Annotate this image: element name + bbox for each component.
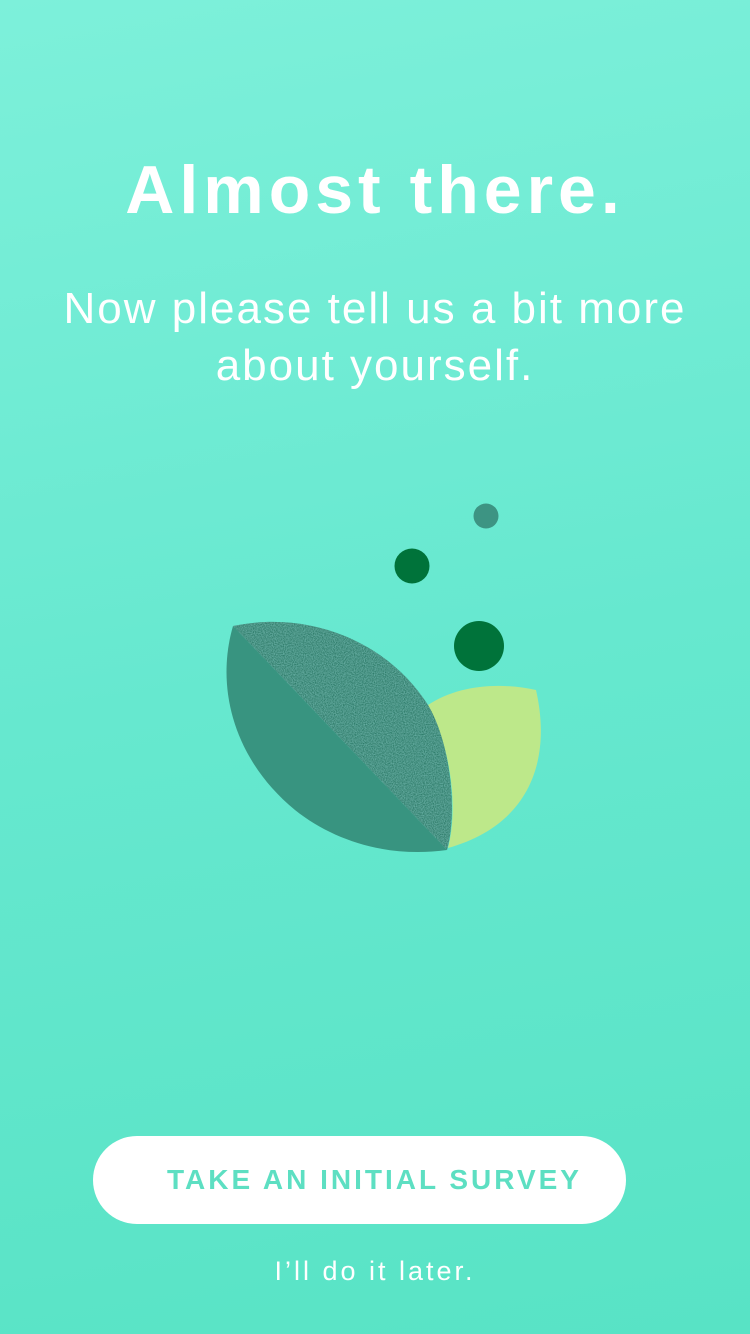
dot-large (454, 621, 504, 671)
leaves-and-dots-icon (200, 480, 580, 880)
page-title: Almost there. (125, 152, 625, 228)
do-it-later-link[interactable]: I’ll do it later. (0, 1256, 750, 1287)
dot-medium (394, 548, 430, 584)
take-survey-button[interactable]: TAKE AN INITIAL SURVEY (93, 1136, 626, 1224)
page-subtitle: Now please tell us a bit more about your… (63, 284, 687, 390)
dot-small (473, 503, 499, 529)
